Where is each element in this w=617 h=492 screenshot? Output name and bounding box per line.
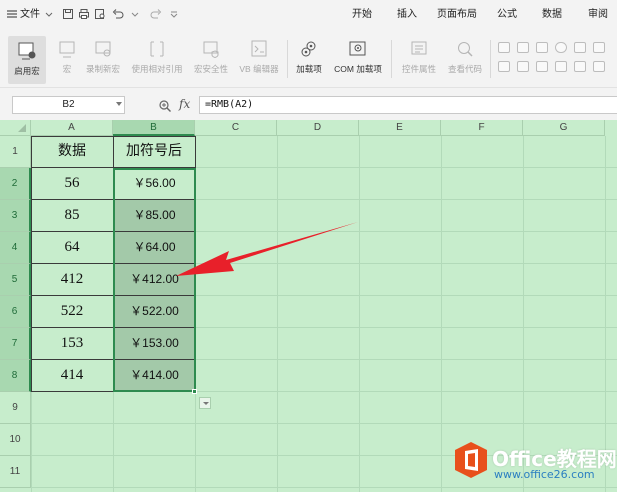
- tab-data[interactable]: 数据: [542, 8, 562, 22]
- listbox-control-icon[interactable]: [574, 42, 586, 53]
- name-box-dropdown-icon[interactable]: [116, 102, 122, 106]
- tab-review[interactable]: 审阅: [588, 8, 608, 22]
- com-add-ins-button[interactable]: COM 加载项: [329, 38, 387, 84]
- hamburger-menu-icon[interactable]: [6, 8, 18, 20]
- menu-bar: 文件 开始 插入 页面布局 公式 数据 审阅: [0, 0, 617, 28]
- formula-input[interactable]: =RMB(A2): [199, 96, 617, 114]
- zoom-icon[interactable]: [158, 99, 172, 113]
- tab-formulas[interactable]: 公式: [497, 8, 517, 22]
- enable-macro-icon: [16, 40, 38, 62]
- option-button-control-icon[interactable]: [555, 42, 567, 53]
- relative-reference-icon: [146, 38, 168, 60]
- control-properties-icon: [408, 38, 430, 60]
- macro-button[interactable]: 宏: [54, 38, 80, 84]
- ribbon-separator: [391, 40, 392, 78]
- com-add-ins-icon: [347, 38, 369, 60]
- frame-control-icon[interactable]: [574, 61, 586, 72]
- macro-icon: [56, 38, 78, 60]
- label-control-icon[interactable]: [498, 61, 510, 72]
- toggle-button-control-icon[interactable]: [593, 61, 605, 72]
- button-control-icon[interactable]: [536, 42, 548, 53]
- tab-home[interactable]: 开始: [352, 8, 372, 22]
- add-ins-icon: [298, 38, 320, 60]
- name-box[interactable]: B2: [12, 96, 125, 114]
- scrollbar-control-icon[interactable]: [517, 61, 529, 72]
- vb-editor-icon: [248, 38, 270, 60]
- formula-bar: B2 fx =RMB(A2): [0, 88, 617, 120]
- undo-icon[interactable]: [112, 8, 124, 20]
- print-icon[interactable]: [78, 8, 90, 20]
- combobox-control-icon[interactable]: [517, 42, 529, 53]
- ribbon-separator: [490, 40, 491, 78]
- enable-macro-button[interactable]: 启用宏: [8, 36, 46, 84]
- insert-function-icon[interactable]: fx: [179, 97, 190, 111]
- watermark: Office教程网 www.office26.com: [454, 437, 617, 489]
- vb-editor-button[interactable]: VB 编辑器: [235, 38, 283, 84]
- chevron-down-icon[interactable]: [43, 8, 55, 20]
- view-code-icon: [454, 38, 476, 60]
- image-control-icon[interactable]: [593, 42, 605, 53]
- tab-page-layout[interactable]: 页面布局: [437, 8, 477, 22]
- tab-insert[interactable]: 插入: [397, 8, 417, 22]
- file-menu[interactable]: 文件: [20, 8, 40, 22]
- textbox-control-icon[interactable]: [555, 61, 567, 72]
- watermark-url: www.office26.com: [494, 468, 595, 481]
- office-logo-icon: [455, 442, 487, 478]
- ribbon-separator: [287, 40, 288, 78]
- ribbon-developer: 启用宏 宏 录制新宏 使用相对引用 宏安全性 VB 编辑器 加载项 COM 加载…: [0, 28, 617, 88]
- customize-toolbar-icon[interactable]: [168, 8, 180, 20]
- save-icon[interactable]: [62, 8, 74, 20]
- chevron-down-icon[interactable]: [129, 8, 141, 20]
- macro-security-button[interactable]: 宏安全性: [190, 38, 232, 84]
- record-macro-icon: [92, 38, 114, 60]
- record-macro-button[interactable]: 录制新宏: [82, 38, 124, 84]
- checkbox-control-icon[interactable]: [498, 42, 510, 53]
- relative-reference-button[interactable]: 使用相对引用: [127, 38, 187, 84]
- macro-security-icon: [200, 38, 222, 60]
- control-properties-button[interactable]: 控件属性: [397, 38, 441, 84]
- red-arrow-icon: [176, 222, 358, 276]
- spin-button-control-icon[interactable]: [536, 61, 548, 72]
- add-ins-button[interactable]: 加载项: [292, 38, 326, 84]
- print-preview-icon[interactable]: [94, 8, 106, 20]
- view-code-button[interactable]: 查看代码: [443, 38, 487, 84]
- redo-icon[interactable]: [150, 8, 162, 20]
